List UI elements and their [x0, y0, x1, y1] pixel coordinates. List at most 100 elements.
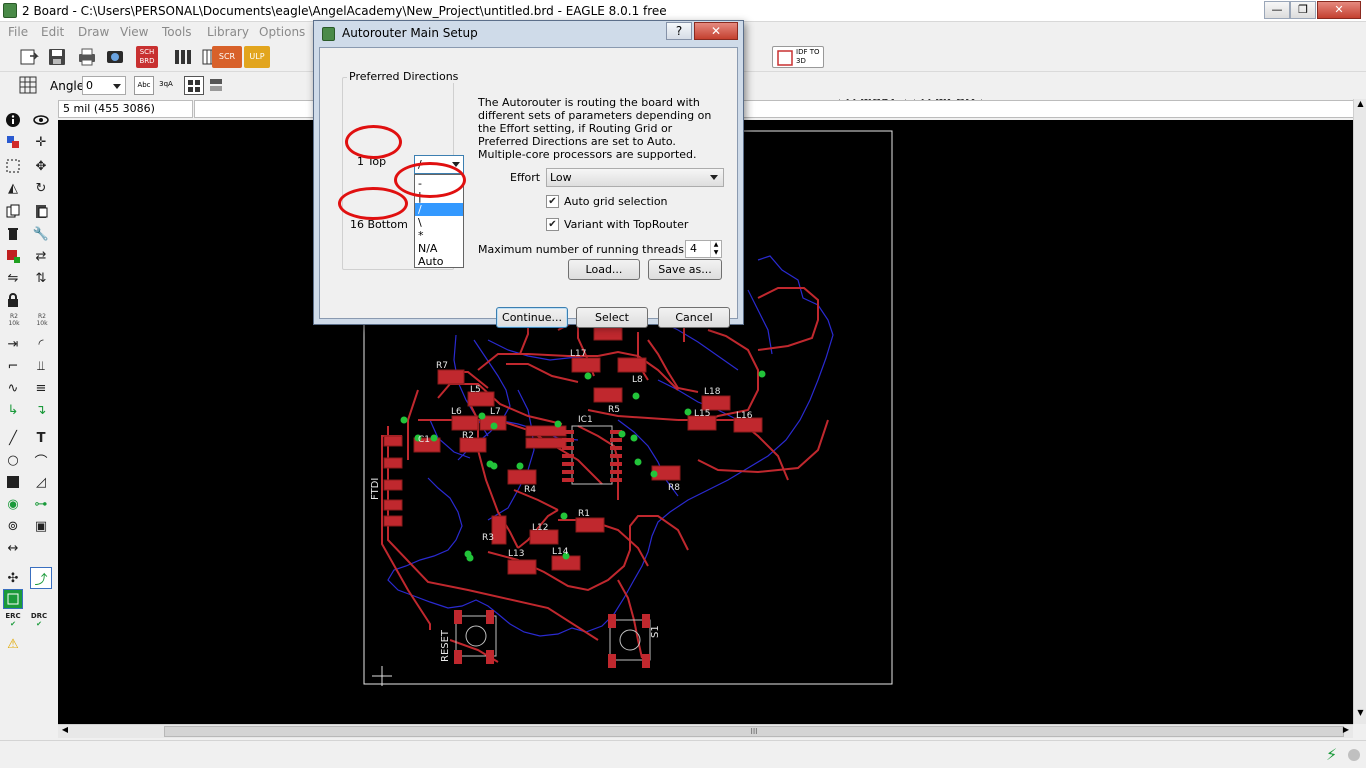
auto-grid-checkbox[interactable]: ✔ [546, 195, 559, 208]
direction-option-backslash[interactable]: \ [415, 216, 463, 229]
errors-warning-icon[interactable]: ⚠ [4, 635, 22, 653]
hole-icon[interactable]: ⊚ [4, 517, 22, 535]
paste-icon[interactable] [32, 202, 50, 220]
scroll-up-icon[interactable]: ▲ [1355, 99, 1366, 113]
group-select-icon[interactable] [4, 157, 22, 175]
open-icon[interactable] [18, 46, 40, 68]
info-icon[interactable] [4, 111, 22, 129]
horizontal-scroll-thumb[interactable]: III [164, 726, 1344, 737]
drc-button[interactable]: DRC ✔ [28, 612, 50, 628]
dialog-close-button[interactable]: ✕ [694, 22, 738, 40]
dimension-icon[interactable]: ↔ [4, 539, 22, 557]
route-multiple-icon[interactable]: ≡ [32, 379, 50, 397]
arc-icon[interactable]: ⌒ [32, 451, 50, 470]
grid-icon[interactable] [18, 75, 38, 95]
menu-view[interactable]: View [120, 25, 148, 39]
replace-icon[interactable]: ⇄ [32, 247, 50, 265]
meander-icon[interactable]: ⫫ [32, 357, 50, 375]
ratsnest-icon[interactable]: ✣ [4, 569, 22, 587]
route-wave-icon[interactable]: ∿ [4, 379, 22, 397]
library-icon[interactable] [172, 46, 194, 68]
design-block-icon[interactable] [3, 589, 23, 609]
ripup-icon[interactable]: ↴ [32, 401, 50, 419]
idf-to-3d-label: IDF TO 3D [796, 48, 820, 65]
menu-edit[interactable]: Edit [41, 25, 64, 39]
display-layers-icon[interactable] [4, 133, 22, 151]
label-l7: L7 [490, 407, 501, 417]
cancel-button[interactable]: Cancel [658, 307, 730, 328]
delete-icon[interactable] [4, 225, 22, 243]
mirror-icon[interactable]: ◭ [4, 179, 22, 197]
text-direction-button[interactable]: Abc [134, 76, 154, 95]
direction-option-na[interactable]: N/A [415, 242, 463, 255]
layout-toggle-a-icon[interactable] [184, 76, 204, 95]
angle-select[interactable]: 0 [82, 76, 126, 95]
cam-processor-icon[interactable] [104, 46, 126, 68]
text-mirror-button[interactable]: 3qA [156, 76, 176, 95]
circle-icon[interactable]: ○ [4, 451, 22, 469]
autorouter-icon[interactable]: ⤴ [30, 567, 52, 589]
horizontal-scrollbar[interactable]: ◀ III ▶ [58, 724, 1353, 738]
effort-value: Low [550, 171, 572, 184]
run-ulp-icon[interactable]: ULP [244, 46, 270, 68]
menu-tools[interactable]: Tools [162, 25, 192, 39]
lightning-icon[interactable]: ⚡ [1326, 745, 1337, 764]
mark-icon[interactable]: ✛ [32, 133, 50, 151]
split-icon[interactable]: ⇥ [4, 335, 22, 353]
threads-label: Maximum number of running threads [478, 243, 684, 256]
attribute-icon[interactable]: ▣ [32, 517, 50, 535]
idf-to-3d-button[interactable]: IDF TO 3D [772, 46, 824, 68]
stop-icon[interactable] [1348, 749, 1360, 761]
pinswap-icon[interactable]: ⇅ [32, 269, 50, 287]
miter-icon[interactable]: ◜ [32, 335, 50, 353]
line-icon[interactable]: ╱ [4, 429, 22, 447]
swap-icon[interactable]: ⇋ [4, 269, 22, 287]
scroll-right-icon[interactable]: ▶ [1339, 725, 1353, 737]
save-as-button[interactable]: Save as... [648, 259, 722, 280]
direction-option-star[interactable]: * [415, 229, 463, 242]
continue-button[interactable]: Continue... [496, 307, 568, 328]
move-icon[interactable]: ✥ [32, 157, 50, 175]
scroll-left-icon[interactable]: ◀ [58, 725, 72, 737]
scroll-down-icon[interactable]: ▼ [1355, 708, 1366, 722]
menu-file[interactable]: File [8, 25, 28, 39]
direction-option-auto[interactable]: Auto [415, 255, 463, 268]
run-script-icon[interactable]: SCR [212, 46, 242, 68]
optimize-icon[interactable]: ⌐ [4, 357, 22, 375]
copy-icon[interactable] [4, 202, 22, 220]
signal-icon[interactable]: ⊶ [32, 495, 50, 513]
save-icon[interactable] [46, 46, 68, 68]
via-icon[interactable]: ◉ [4, 495, 22, 513]
threads-spinbox[interactable]: 4 ▲ ▼ [685, 240, 722, 258]
rotate-icon[interactable]: ↻ [32, 179, 50, 197]
text-icon[interactable]: T [32, 429, 50, 447]
vertical-scrollbar[interactable]: ▲ ▼ [1353, 99, 1366, 724]
minimize-button[interactable]: — [1264, 1, 1290, 19]
layout-toggle-b-icon[interactable] [207, 76, 227, 95]
select-button[interactable]: Select [576, 307, 648, 328]
variant-toprouter-checkbox[interactable]: ✔ [546, 218, 559, 231]
value-tool-button[interactable]: R2 10k [32, 313, 52, 327]
erc-button[interactable]: ERC ✔ [2, 612, 24, 628]
effort-select[interactable]: Low [546, 168, 724, 187]
rectangle-icon[interactable] [4, 473, 22, 491]
name-tool-button[interactable]: R2 10k [4, 313, 24, 327]
menu-options[interactable]: Options [259, 25, 305, 39]
close-window-button[interactable]: ✕ [1317, 1, 1361, 19]
load-button[interactable]: Load... [568, 259, 640, 280]
spin-down-icon[interactable]: ▼ [710, 249, 721, 257]
change-wrench-icon[interactable]: 🔧 [32, 225, 50, 243]
polygon-icon[interactable]: ◿ [32, 473, 50, 491]
spin-up-icon[interactable]: ▲ [710, 241, 721, 249]
add-part-icon[interactable] [4, 247, 22, 265]
sch-brd-switch-icon[interactable]: SCH BRD [136, 46, 158, 68]
lock-icon[interactable] [4, 291, 22, 309]
help-button[interactable]: ? [666, 22, 692, 40]
menu-library[interactable]: Library [207, 25, 249, 39]
print-icon[interactable] [76, 46, 98, 68]
menu-draw[interactable]: Draw [78, 25, 109, 39]
show-eye-icon[interactable] [32, 111, 50, 129]
direction-option-slash[interactable]: / [415, 203, 463, 216]
maximize-button[interactable]: ❐ [1290, 1, 1316, 19]
route-icon[interactable]: ↳ [4, 401, 22, 419]
